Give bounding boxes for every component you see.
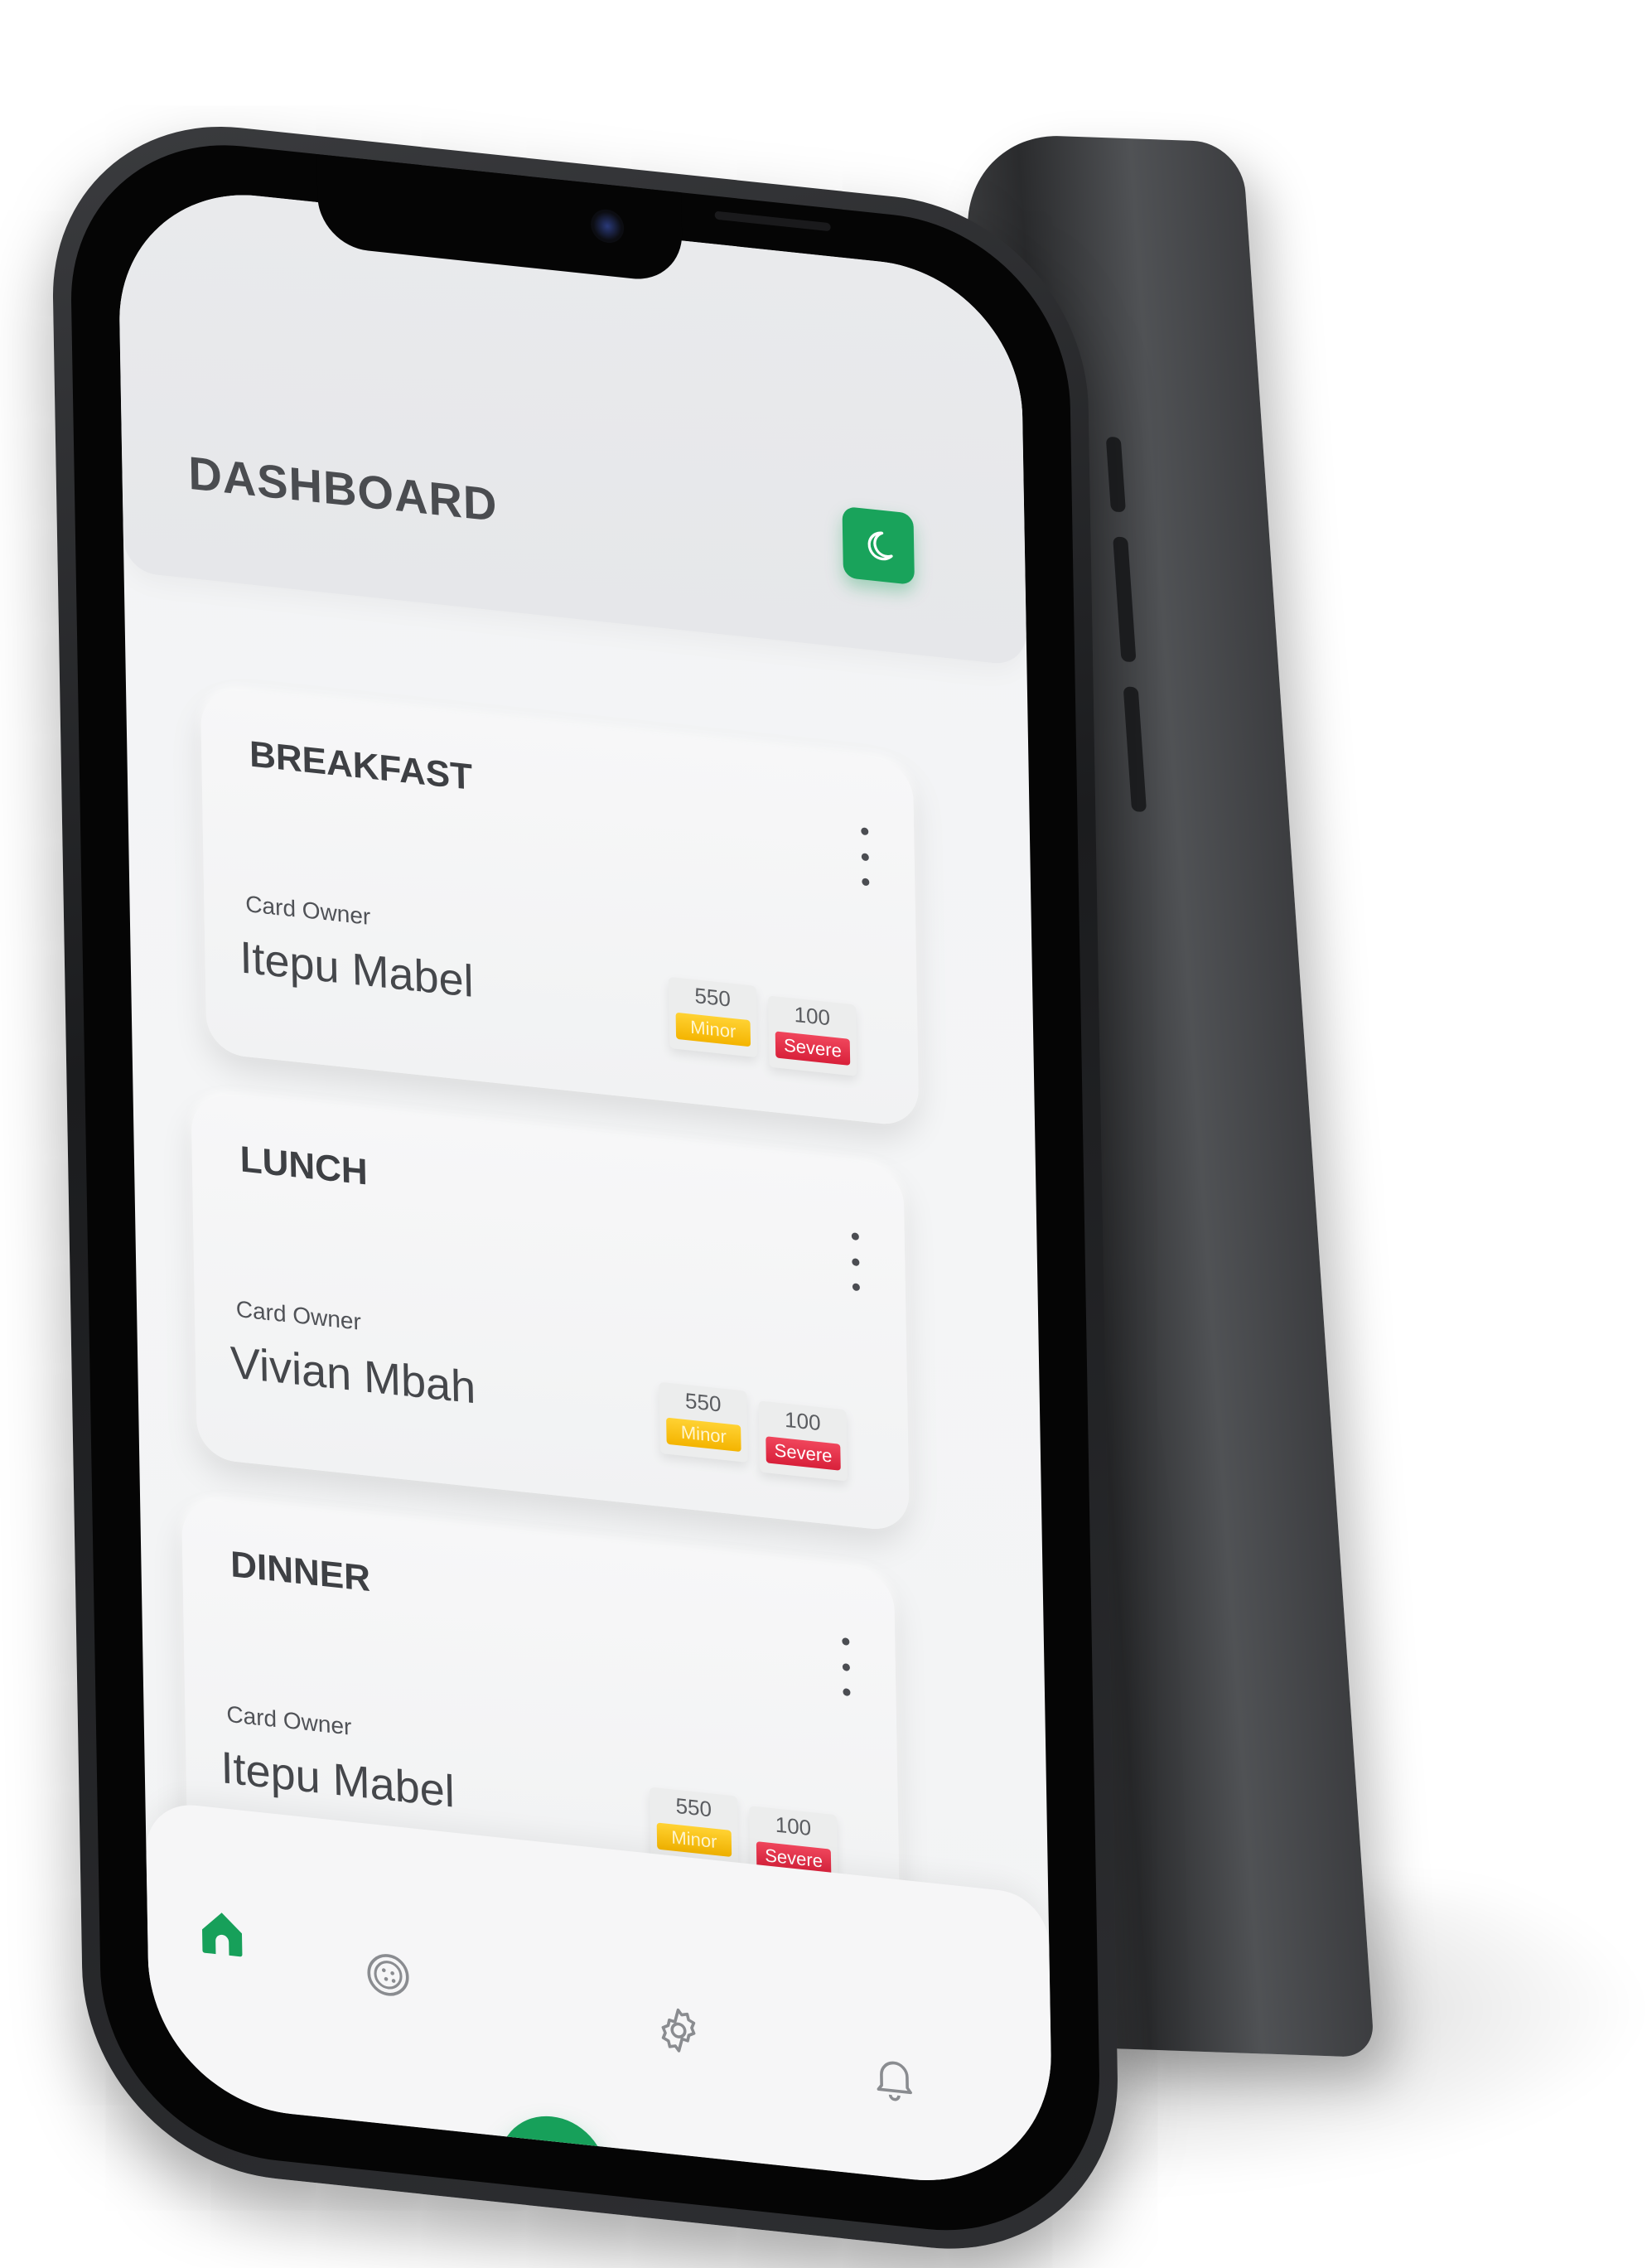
severe-count: 100 [775, 1811, 812, 1841]
side-button [1105, 437, 1126, 513]
minor-badge: 550 Minor [659, 1381, 748, 1463]
speaker-grille [714, 210, 831, 232]
nav-home[interactable] [188, 1896, 255, 1970]
front-camera [590, 207, 625, 245]
minor-label: Minor [675, 1012, 751, 1047]
phone-device: DASHBOARD BREAKFAST Card Owner Itepu Mab… [50, 108, 1121, 2268]
severe-badge: 100 Severe [758, 1400, 848, 1482]
theme-toggle-button[interactable] [842, 505, 915, 586]
nav-settings[interactable] [645, 1994, 712, 2067]
moon-icon [867, 531, 893, 561]
app-screen: DASHBOARD BREAKFAST Card Owner Itepu Mab… [117, 181, 1054, 2194]
home-icon [202, 1913, 243, 1957]
minor-label: Minor [656, 1822, 732, 1858]
severe-count: 100 [784, 1406, 821, 1436]
card-owner-name: Vivian Mbah [229, 1337, 476, 1414]
severe-label: Severe [775, 1031, 851, 1066]
meal-title: DINNER [229, 1544, 371, 1600]
meal-title: BREAKFAST [249, 733, 473, 798]
scan-icon [526, 2142, 579, 2194]
severe-label: Severe [766, 1436, 841, 1471]
card-owner-label: Card Owner [235, 1295, 362, 1335]
page-title: DASHBOARD [187, 446, 498, 532]
bottom-navigation [145, 1800, 1054, 2194]
minor-count: 550 [675, 1792, 712, 1822]
nav-meals[interactable] [355, 1938, 422, 2012]
phone-bezel: DASHBOARD BREAKFAST Card Owner Itepu Mab… [68, 128, 1103, 2248]
meal-card-breakfast[interactable]: BREAKFAST Card Owner Itepu Mabel 550 Min… [200, 687, 920, 1128]
severe-count: 100 [794, 1001, 831, 1031]
severe-badge: 100 Severe [767, 995, 857, 1076]
gear-icon [661, 2008, 696, 2053]
more-options-icon[interactable] [837, 1637, 854, 1697]
volume-up-button [1113, 536, 1137, 662]
nav-notifications[interactable] [861, 2041, 928, 2115]
more-options-icon[interactable] [856, 827, 873, 887]
card-owner-name: Itepu Mabel [220, 1742, 456, 1817]
meal-title: LUNCH [239, 1139, 369, 1193]
card-owner-name: Itepu Mabel [239, 932, 475, 1008]
meal-card-lunch[interactable]: LUNCH Card Owner Vivian Mbah 550 Minor 1… [191, 1092, 910, 1533]
more-options-icon[interactable] [847, 1231, 864, 1292]
minor-count: 550 [694, 983, 732, 1012]
minor-count: 550 [684, 1387, 722, 1417]
minor-label: Minor [666, 1417, 741, 1453]
bell-icon [877, 2061, 912, 2101]
cookie-icon [367, 1954, 409, 1996]
volume-down-button [1123, 686, 1147, 812]
minor-badge: 550 Minor [668, 976, 758, 1058]
card-owner-label: Card Owner [245, 891, 371, 930]
card-owner-label: Card Owner [226, 1700, 352, 1740]
